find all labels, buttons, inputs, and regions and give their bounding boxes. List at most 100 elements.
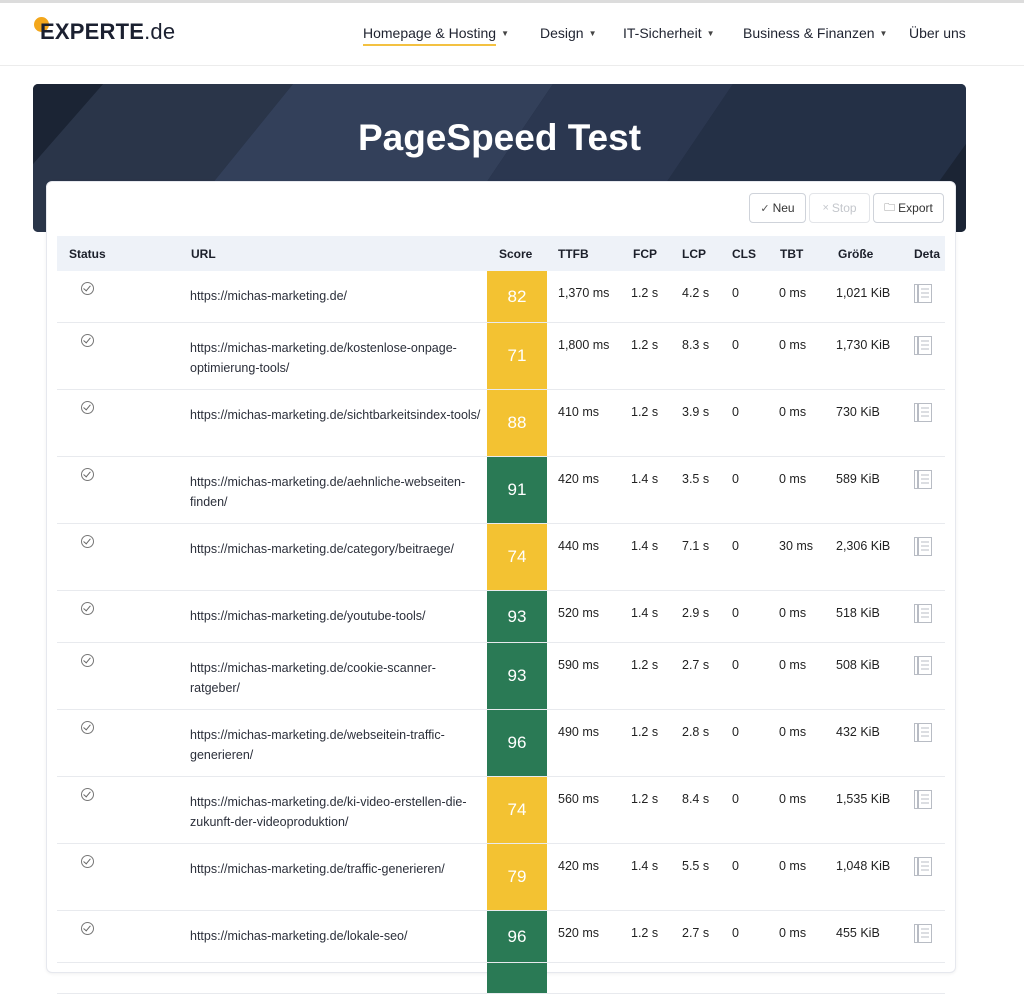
tbt-value: 0 ms [779, 286, 807, 300]
details-list-icon[interactable] [914, 857, 932, 876]
lcp-value: 2.9 s [682, 606, 710, 620]
score-value: 93 [507, 606, 527, 626]
row-url[interactable]: https://michas-marketing.de/youtube-tool… [190, 606, 485, 626]
row-url[interactable]: https://michas-marketing.de/cookie-scann… [190, 658, 485, 698]
site-logo[interactable]: EXPERTE.de [34, 17, 175, 47]
table-row[interactable]: https://michas-marketing.de/traffic-gene… [57, 844, 945, 911]
column-header-url[interactable]: URL [191, 247, 216, 261]
stop-button-label: Stop [831, 201, 857, 215]
table-row[interactable]: https://michas-marketing.de/youtube-tool… [57, 591, 945, 643]
fcp-value: 1.2 s [631, 338, 659, 352]
details-list-icon[interactable] [914, 790, 932, 809]
logo-brand: EXPERTE [40, 19, 145, 44]
score-value: 96 [507, 733, 527, 752]
table-row[interactable]: https://michas-marketing.de/lokale-seo/9… [57, 911, 945, 963]
caret-down-icon: ▼ [706, 29, 715, 38]
score-badge: 71 [487, 323, 547, 389]
status-check-icon [81, 401, 94, 414]
details-list-icon[interactable] [914, 723, 932, 742]
stop-button[interactable]: × Stop [809, 193, 870, 223]
status-check-icon [81, 788, 94, 801]
row-url[interactable]: https://michas-marketing.de/category/bei… [190, 539, 485, 559]
row-url[interactable]: https://michas-marketing.de/ [190, 286, 485, 306]
ttfb-value: 590 ms [558, 658, 599, 672]
lcp-value: 3.9 s [682, 405, 710, 419]
row-url[interactable]: https://michas-marketing.de/sichtbarkeit… [190, 405, 485, 425]
row-url[interactable]: https://michas-marketing.de/kostenlose-o… [190, 338, 485, 378]
ttfb-value: 420 ms [558, 859, 599, 873]
column-header-cls[interactable]: CLS [732, 247, 756, 261]
table-row[interactable]: https://michas-marketing.de/aehnliche-we… [57, 457, 945, 524]
fcp-value: 1.2 s [631, 286, 659, 300]
details-list-icon[interactable] [914, 604, 932, 623]
column-header-size[interactable]: Größe [838, 247, 873, 261]
cls-value: 0 [732, 405, 739, 419]
table-header: Status URL Score TTFB FCP LCP CLS TBT Gr… [57, 236, 945, 271]
details-list-icon[interactable] [914, 470, 932, 489]
row-url[interactable]: https://michas-marketing.de/lokale-seo/ [190, 926, 485, 946]
score-value: 79 [507, 867, 527, 886]
table-row[interactable] [57, 963, 945, 994]
column-header-status[interactable]: Status [69, 247, 106, 261]
table-row[interactable]: https://michas-marketing.de/kostenlose-o… [57, 323, 945, 390]
cls-value: 0 [732, 472, 739, 486]
ttfb-value: 520 ms [558, 606, 599, 620]
row-url[interactable]: https://michas-marketing.de/webseitein-t… [190, 725, 485, 765]
details-list-icon[interactable] [914, 924, 932, 943]
column-header-fcp[interactable]: FCP [633, 247, 657, 261]
nav-item-homepage-hosting[interactable]: Homepage & Hosting ▼ [363, 25, 509, 46]
tbt-value: 0 ms [779, 926, 807, 940]
size-value: 518 KiB [836, 606, 880, 620]
table-row[interactable]: https://michas-marketing.de/category/bei… [57, 524, 945, 591]
cls-value: 0 [732, 792, 739, 806]
page-title: PageSpeed Test [357, 117, 642, 158]
details-list-icon[interactable] [914, 537, 932, 556]
score-value: 93 [507, 666, 527, 685]
table-row[interactable]: https://michas-marketing.de/sichtbarkeit… [57, 390, 945, 457]
column-header-ttfb[interactable]: TTFB [558, 247, 589, 261]
table-row[interactable]: https://michas-marketing.de/82 1,370 ms 1.… [57, 271, 945, 323]
fcp-value: 1.4 s [631, 539, 659, 553]
cls-value: 0 [732, 725, 739, 739]
table-row[interactable]: https://michas-marketing.de/cookie-scann… [57, 643, 945, 710]
table-body: https://michas-marketing.de/82 1,370 ms 1.… [57, 271, 945, 994]
nav-item-business-finanzen[interactable]: Business & Finanzen ▼ [743, 25, 887, 41]
row-url[interactable]: https://michas-marketing.de/aehnliche-we… [190, 472, 485, 512]
size-value: 508 KiB [836, 658, 880, 672]
column-header-tbt[interactable]: TBT [780, 247, 803, 261]
column-header-score[interactable]: Score [499, 247, 532, 261]
details-list-icon[interactable] [914, 403, 932, 422]
caret-down-icon: ▼ [879, 29, 888, 38]
column-header-lcp[interactable]: LCP [682, 247, 706, 261]
tbt-value: 0 ms [779, 338, 807, 352]
logo-text: EXPERTE.de [34, 19, 175, 45]
details-list-icon[interactable] [914, 336, 932, 355]
nav-item-it-sicherheit[interactable]: IT-Sicherheit ▼ [623, 25, 715, 41]
cls-value: 0 [732, 926, 739, 940]
results-card: ✓ Neu × Stop 🗀 Export Status URL Score TTFB… [46, 181, 956, 994]
column-header-details[interactable]: Deta [914, 247, 940, 261]
status-check-icon [81, 535, 94, 548]
nav-item-ueber-uns[interactable]: Über uns [909, 25, 966, 41]
lcp-value: 2.7 s [682, 658, 710, 672]
new-button[interactable]: ✓ Neu [749, 193, 806, 223]
tbt-value: 0 ms [779, 725, 807, 739]
fcp-value: 1.2 s [631, 405, 659, 419]
table-row[interactable]: https://michas-marketing.de/ki-video-ers… [57, 777, 945, 844]
folder-icon: 🗀 [884, 201, 896, 214]
export-button[interactable]: 🗀 Export [873, 193, 944, 223]
caret-down-icon: ▼ [588, 29, 597, 38]
row-url[interactable]: https://michas-marketing.de/traffic-gene… [190, 859, 485, 879]
size-value: 1,730 KiB [836, 338, 891, 352]
lcp-value: 4.2 s [682, 286, 710, 300]
table-row[interactable]: https://michas-marketing.de/webseitein-t… [57, 710, 945, 777]
nav-label: Business & Finanzen [743, 25, 875, 41]
nav-label: IT-Sicherheit [623, 25, 702, 41]
row-url[interactable]: https://michas-marketing.de/ki-video-ers… [190, 792, 485, 832]
nav-item-design[interactable]: Design ▼ [540, 25, 597, 41]
score-badge: 79 [487, 844, 547, 910]
status-check-icon [81, 468, 94, 481]
details-list-icon[interactable] [914, 656, 932, 675]
details-list-icon[interactable] [914, 284, 932, 303]
tbt-value: 0 ms [779, 792, 807, 806]
